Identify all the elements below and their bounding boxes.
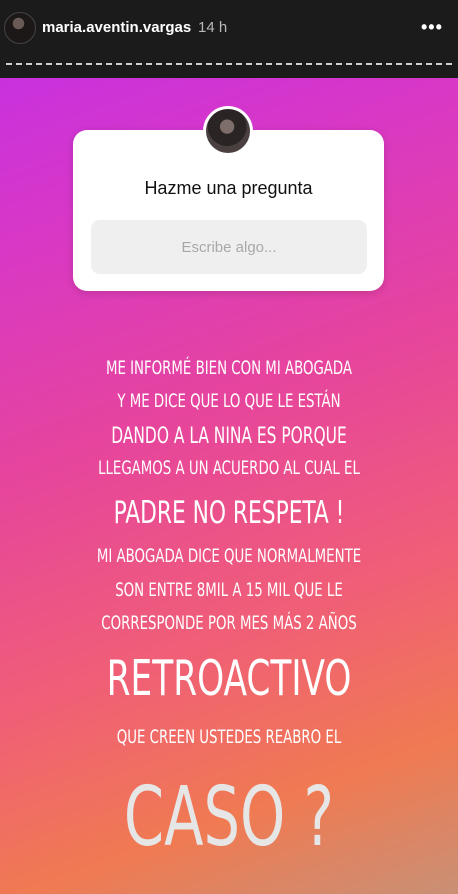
username[interactable]: maria.aventin.vargas [42,19,191,36]
story-text-line: corresponde por mes más 2 años [101,612,357,634]
post-time: 14 h [198,19,228,36]
story-text-line: son entre 8mil a 15 mil que le [115,579,343,601]
story-text-line: dando a la nina es porque [111,424,347,449]
profile-avatar[interactable] [4,12,36,44]
question-title: Hazme una pregunta [144,178,313,198]
story-text-line: Mi abogada dice que normalmente [96,545,362,567]
question-input[interactable]: Escribe algo... [91,220,367,274]
sticker-avatar [203,106,253,156]
story-text-line: caso ? [123,770,335,865]
story-view[interactable]: maria.aventin.vargas 14 h ••• Hazme una … [0,0,458,894]
story-text-line: y me dice que lo que le están [117,390,341,412]
story-progress-bar [6,63,452,65]
story-text-line: padre no respeta ! [113,495,345,531]
story-text-line: Me informé bien con mi abogada [105,357,353,379]
more-options-icon[interactable]: ••• [421,17,443,38]
story-header: maria.aventin.vargas 14 h ••• [0,0,458,78]
story-text-line: llegamos a un acuerdo al cual el [98,457,360,479]
story-text-line: retroactivo [106,650,352,707]
story-text-line: que creen ustedes reabro el [116,726,342,748]
